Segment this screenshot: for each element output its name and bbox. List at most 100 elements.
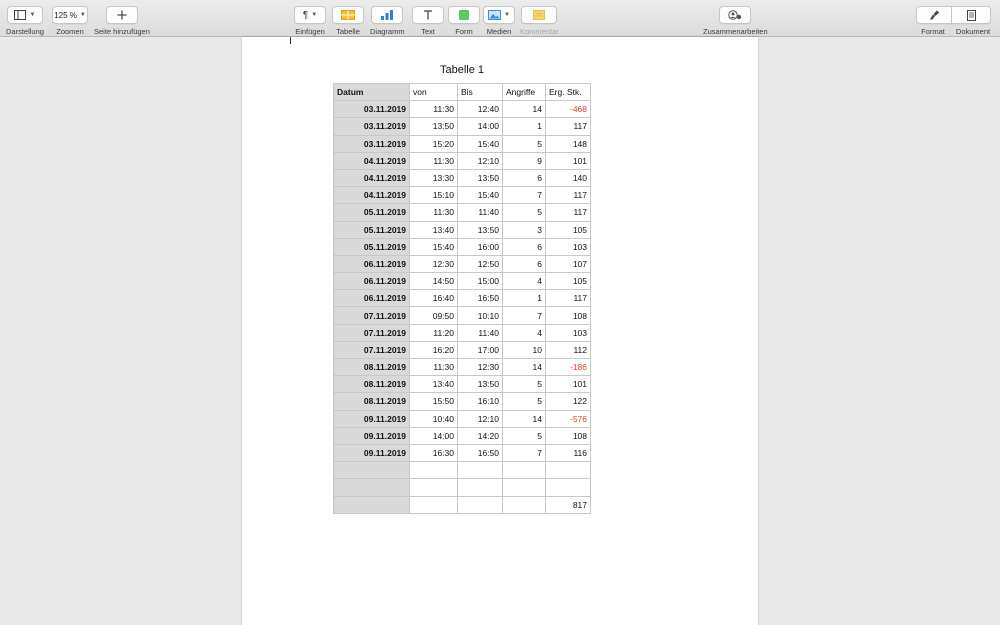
cell-von[interactable]: 09:50: [409, 306, 458, 325]
medien-control[interactable]: ▼ Medien: [483, 6, 515, 36]
cell-bis[interactable]: [457, 495, 503, 514]
einfuegen-control[interactable]: ¶ ▼ Einfügen: [294, 6, 326, 36]
dokument-button[interactable]: [952, 6, 991, 24]
cell-bis[interactable]: [457, 478, 503, 497]
form-button[interactable]: [448, 6, 480, 24]
header-angriffe[interactable]: Angriffe: [502, 82, 546, 102]
cell-von[interactable]: 15:20: [409, 134, 458, 153]
cell-erg-stk[interactable]: 148: [545, 134, 591, 153]
cell-bis[interactable]: 17:00: [457, 340, 503, 360]
add-page-button[interactable]: [105, 6, 138, 24]
cell-datum[interactable]: 03.11.2019: [333, 100, 410, 119]
cell-angriffe[interactable]: 5: [502, 426, 546, 445]
cell-datum[interactable]: 08.11.2019: [333, 392, 410, 411]
cell-bis[interactable]: 11:40: [457, 203, 503, 222]
cell-von[interactable]: 13:50: [409, 117, 458, 136]
cell-erg-stk[interactable]: 101: [545, 375, 591, 394]
document-page[interactable]: Tabelle 1 Datum von Bis Angriffe Erg. St…: [242, 37, 758, 625]
cell-angriffe[interactable]: 5: [502, 392, 546, 411]
cell-erg-stk[interactable]: 103: [545, 237, 591, 256]
cell-von[interactable]: 13:30: [409, 168, 458, 188]
zusammenarbeiten-control[interactable]: Zusammenarbeiten: [703, 6, 768, 36]
zusammenarbeiten-button[interactable]: [719, 6, 752, 24]
cell-angriffe[interactable]: [502, 495, 546, 514]
cell-datum[interactable]: [333, 478, 410, 497]
cell-erg-stk[interactable]: 117: [545, 186, 591, 205]
cell-erg-stk[interactable]: 103: [545, 323, 591, 342]
cell-erg-stk[interactable]: 817: [545, 495, 591, 514]
header-bis[interactable]: Bis: [457, 82, 503, 102]
cell-von[interactable]: 13:40: [409, 220, 458, 239]
cell-bis[interactable]: 16:50: [457, 443, 503, 463]
cell-datum[interactable]: 09.11.2019: [333, 426, 410, 445]
cell-bis[interactable]: 15:00: [457, 272, 503, 291]
cell-bis[interactable]: 16:10: [457, 392, 503, 411]
text-control[interactable]: Text: [412, 6, 444, 36]
cell-bis[interactable]: 15:40: [457, 186, 503, 205]
cell-von[interactable]: 15:40: [409, 237, 458, 256]
cell-erg-stk[interactable]: 140: [545, 168, 591, 188]
cell-angriffe[interactable]: 5: [502, 134, 546, 153]
cell-erg-stk[interactable]: -576: [545, 409, 591, 428]
cell-bis[interactable]: 14:00: [457, 117, 503, 136]
cell-bis[interactable]: 10:10: [457, 306, 503, 325]
cell-erg-stk[interactable]: [545, 461, 591, 480]
cell-erg-stk[interactable]: 108: [545, 426, 591, 445]
cell-angriffe[interactable]: 6: [502, 254, 546, 274]
cell-datum[interactable]: 03.11.2019: [333, 134, 410, 153]
cell-von[interactable]: 10:40: [409, 409, 458, 428]
cell-datum[interactable]: 08.11.2019: [333, 375, 410, 394]
cell-von[interactable]: 11:30: [409, 357, 458, 377]
cell-angriffe[interactable]: 7: [502, 443, 546, 463]
cell-angriffe[interactable]: 10: [502, 340, 546, 360]
cell-erg-stk[interactable]: 117: [545, 117, 591, 136]
cell-erg-stk[interactable]: 117: [545, 203, 591, 222]
cell-angriffe[interactable]: [502, 478, 546, 497]
cell-angriffe[interactable]: 9: [502, 151, 546, 170]
cell-bis[interactable]: 16:00: [457, 237, 503, 256]
cell-angriffe[interactable]: 1: [502, 117, 546, 136]
cell-bis[interactable]: 11:40: [457, 323, 503, 342]
cell-bis[interactable]: 12:50: [457, 254, 503, 274]
format-button[interactable]: [916, 6, 952, 24]
add-page-control[interactable]: Seite hinzufügen: [94, 6, 150, 36]
cell-datum[interactable]: 07.11.2019: [333, 306, 410, 325]
cell-von[interactable]: [409, 495, 458, 514]
cell-von[interactable]: 15:10: [409, 186, 458, 205]
header-erg-stk[interactable]: Erg. Stk.: [545, 82, 591, 102]
cell-von[interactable]: 11:30: [409, 151, 458, 170]
tabelle-button[interactable]: [332, 6, 364, 24]
cell-von[interactable]: 13:40: [409, 375, 458, 394]
cell-von[interactable]: 16:40: [409, 289, 458, 308]
cell-datum[interactable]: 03.11.2019: [333, 117, 410, 136]
cell-bis[interactable]: 12:10: [457, 409, 503, 428]
cell-erg-stk[interactable]: 108: [545, 306, 591, 325]
cell-datum[interactable]: 07.11.2019: [333, 323, 410, 342]
einfuegen-button[interactable]: ¶ ▼: [294, 6, 326, 24]
cell-bis[interactable]: [457, 461, 503, 480]
format-dokument-control[interactable]: Format Dokument: [916, 6, 996, 36]
cell-angriffe[interactable]: 5: [502, 203, 546, 222]
cell-datum[interactable]: [333, 461, 410, 480]
cell-von[interactable]: 15:50: [409, 392, 458, 411]
cell-datum[interactable]: 05.11.2019: [333, 203, 410, 222]
cell-bis[interactable]: 14:20: [457, 426, 503, 445]
cell-bis[interactable]: 13:50: [457, 168, 503, 188]
cell-von[interactable]: 16:30: [409, 443, 458, 463]
cell-bis[interactable]: 13:50: [457, 220, 503, 239]
cell-von[interactable]: [409, 461, 458, 480]
zoom-select[interactable]: 125 % ▼: [52, 6, 88, 24]
cell-datum[interactable]: 04.11.2019: [333, 186, 410, 205]
cell-angriffe[interactable]: 14: [502, 100, 546, 119]
cell-angriffe[interactable]: 4: [502, 323, 546, 342]
cell-datum[interactable]: 07.11.2019: [333, 340, 410, 360]
cell-angriffe[interactable]: 7: [502, 186, 546, 205]
cell-datum[interactable]: 09.11.2019: [333, 443, 410, 463]
cell-von[interactable]: 11:20: [409, 323, 458, 342]
cell-datum[interactable]: 04.11.2019: [333, 151, 410, 170]
cell-von[interactable]: 16:20: [409, 340, 458, 360]
diagramm-control[interactable]: Diagramm: [370, 6, 405, 36]
cell-datum[interactable]: 05.11.2019: [333, 237, 410, 256]
cell-erg-stk[interactable]: 105: [545, 220, 591, 239]
cell-erg-stk[interactable]: 101: [545, 151, 591, 170]
